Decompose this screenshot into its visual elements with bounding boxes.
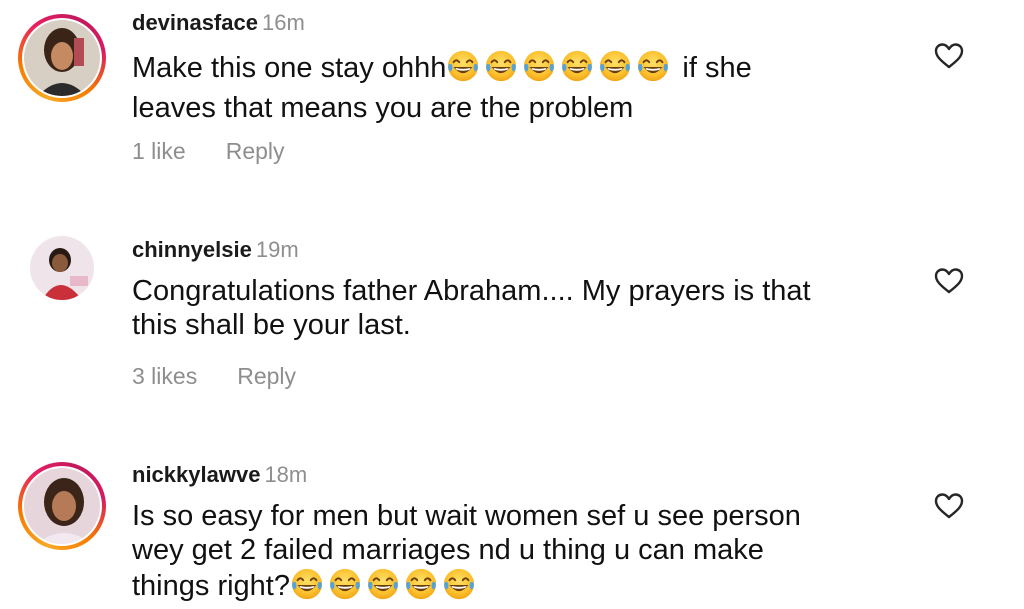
face-with-tears-of-joy-icon <box>636 49 670 83</box>
comment-text: Make this one stay ohhh if she leaves th… <box>132 49 892 125</box>
comment-meta: chinnyelsie 19m <box>132 237 299 263</box>
heart-icon[interactable] <box>934 42 964 70</box>
avatar <box>24 20 100 96</box>
avatar <box>24 468 100 544</box>
likes-count[interactable]: 1 like <box>132 137 186 165</box>
emoji-group <box>290 567 480 609</box>
comment-meta: nickkylawve 18m <box>132 462 307 488</box>
heart-icon[interactable] <box>934 267 964 295</box>
avatar-story-ring[interactable] <box>18 14 106 102</box>
face-with-tears-of-joy-icon <box>560 49 594 83</box>
timestamp: 18m <box>264 462 308 487</box>
reply-button[interactable]: Reply <box>226 137 285 165</box>
face-with-tears-of-joy-icon <box>328 567 362 601</box>
face-with-tears-of-joy-icon <box>404 567 438 601</box>
comment-text: Is so easy for men but wait women sef u … <box>132 499 892 609</box>
username[interactable]: chinnyelsie <box>132 237 252 262</box>
face-with-tears-of-joy-icon <box>598 49 632 83</box>
comment-text: Congratulations father Abraham.... My pr… <box>132 275 811 341</box>
comment-actions: 1 like Reply <box>132 137 285 165</box>
reply-button[interactable]: Reply <box>237 362 296 390</box>
avatar-story-ring[interactable] <box>18 462 106 550</box>
face-with-tears-of-joy-icon <box>442 567 476 601</box>
face-with-tears-of-joy-icon <box>366 567 400 601</box>
likes-count[interactable]: 3 likes <box>132 362 197 390</box>
emoji-group <box>446 49 674 91</box>
avatar-wrapper[interactable] <box>18 224 106 312</box>
face-with-tears-of-joy-icon <box>290 567 324 601</box>
comment-actions: 3 likes Reply <box>132 362 296 390</box>
timestamp: 19m <box>255 237 299 262</box>
avatar <box>30 236 94 300</box>
face-with-tears-of-joy-icon <box>446 49 480 83</box>
face-with-tears-of-joy-icon <box>522 49 556 83</box>
timestamp: 16m <box>261 10 305 35</box>
username[interactable]: devinasface <box>132 10 258 35</box>
comment-meta: devinasface 16m <box>132 10 305 36</box>
face-with-tears-of-joy-icon <box>484 49 518 83</box>
heart-icon[interactable] <box>934 492 964 520</box>
username[interactable]: nickkylawve <box>132 462 260 487</box>
